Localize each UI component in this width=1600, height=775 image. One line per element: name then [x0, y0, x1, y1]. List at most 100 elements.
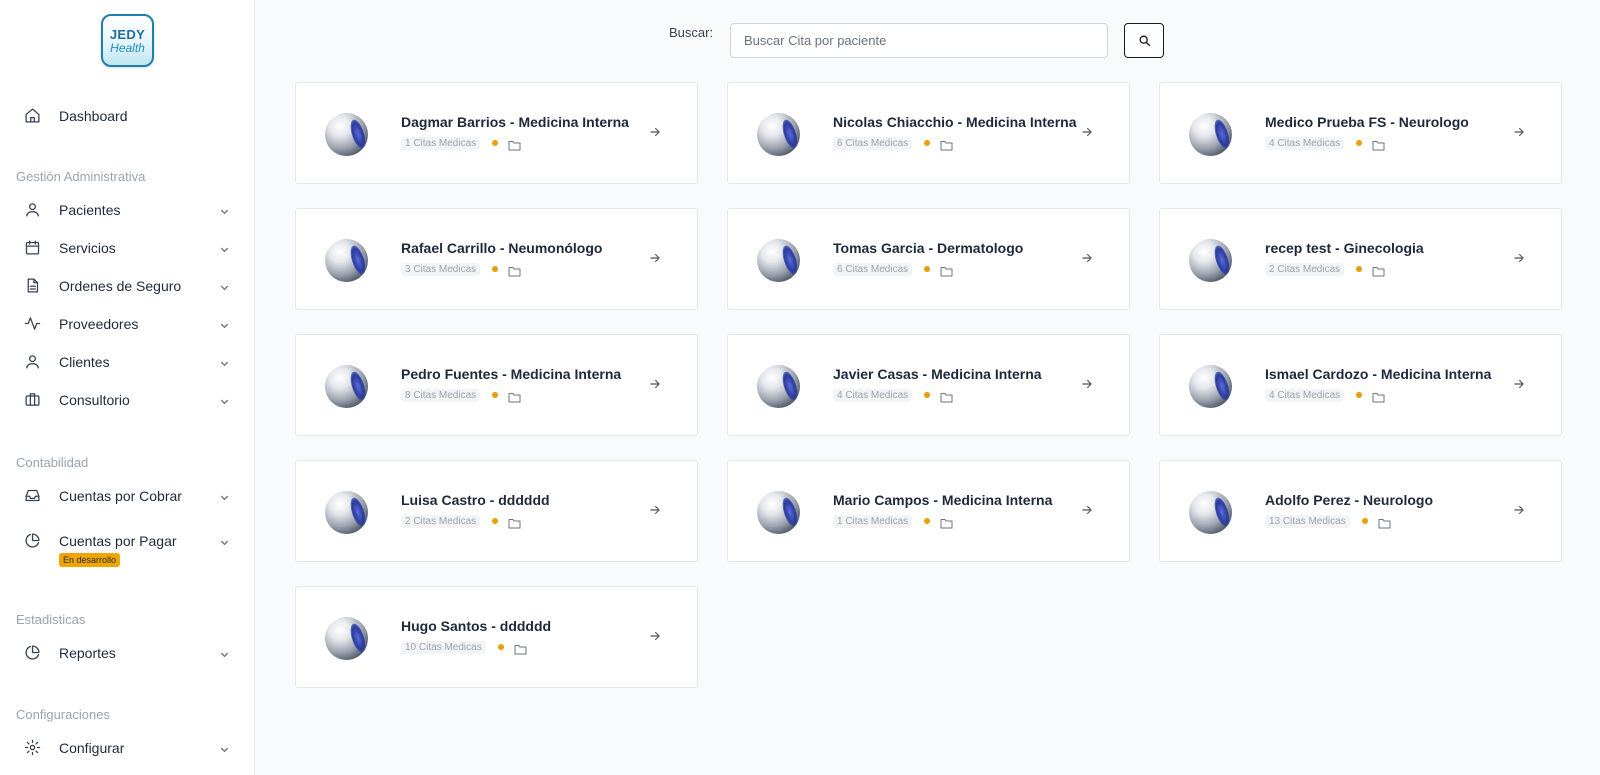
arrow-right-icon[interactable] [1512, 377, 1526, 391]
sidebar-item-cuentas-por-cobrar[interactable]: Cuentas por Cobrar [0, 481, 254, 511]
status-dot-icon [1361, 518, 1368, 524]
chevron-down-icon [219, 742, 230, 753]
doctor-card-title: recep test - Ginecologia [1265, 240, 1424, 256]
sidebar-item-reportes[interactable]: Reportes [0, 638, 254, 668]
sidebar-item-label: Clientes [59, 354, 110, 370]
status-dot-icon [924, 392, 931, 398]
doctor-card[interactable]: Mario Campos - Medicina Interna 1 Citas … [727, 460, 1130, 562]
calendar-icon [24, 239, 41, 256]
doctor-card[interactable]: Rafael Carrillo - Neumonólogo 3 Citas Me… [295, 208, 698, 310]
sidebar-item-servicios[interactable]: Servicios [0, 233, 254, 263]
doctor-card-meta: 3 Citas Medicas [401, 261, 521, 277]
doctor-card[interactable]: Javier Casas - Medicina Interna 4 Citas … [727, 334, 1130, 436]
arrow-right-icon[interactable] [648, 125, 662, 139]
search-button[interactable] [1124, 23, 1164, 58]
doctor-card-meta: 2 Citas Medicas [1265, 261, 1385, 277]
sidebar-item-pacientes[interactable]: Pacientes [0, 195, 254, 225]
sidebar-item-cuentas-por-pagar[interactable]: Cuentas por Pagar [0, 526, 254, 556]
inbox-icon [24, 487, 41, 504]
folder-icon[interactable] [940, 390, 953, 402]
avatar [325, 617, 368, 660]
doctor-card-meta: 10 Citas Medicas [401, 639, 527, 655]
arrow-right-icon[interactable] [1080, 251, 1094, 265]
appointments-count-badge: 6 Citas Medicas [833, 136, 913, 150]
folder-icon[interactable] [1372, 264, 1385, 276]
doctor-card[interactable]: Hugo Santos - dddddd 10 Citas Medicas [295, 586, 698, 688]
arrow-right-icon[interactable] [648, 377, 662, 391]
appointments-count-badge: 10 Citas Medicas [401, 640, 486, 654]
folder-icon[interactable] [940, 264, 953, 276]
folder-icon[interactable] [1378, 516, 1391, 528]
search-icon [1138, 34, 1151, 47]
folder-icon[interactable] [940, 516, 953, 528]
doctor-card[interactable]: Nicolas Chiacchio - Medicina Interna 6 C… [727, 82, 1130, 184]
doctor-card[interactable]: recep test - Ginecologia 2 Citas Medicas [1159, 208, 1562, 310]
arrow-right-icon[interactable] [648, 629, 662, 643]
arrow-right-icon[interactable] [1080, 377, 1094, 391]
doctor-card-meta: 4 Citas Medicas [833, 387, 953, 403]
pie-chart-icon [24, 532, 41, 549]
doctor-card[interactable]: Adolfo Perez - Neurologo 13 Citas Medica… [1159, 460, 1562, 562]
arrow-right-icon[interactable] [1512, 503, 1526, 517]
section-label-config: Configuraciones [16, 707, 110, 722]
avatar [325, 113, 368, 156]
arrow-right-icon[interactable] [648, 251, 662, 265]
doctor-card-title: Mario Campos - Medicina Interna [833, 492, 1053, 508]
folder-icon[interactable] [508, 138, 521, 150]
doctor-card-title: Ismael Cardozo - Medicina Interna [1265, 366, 1492, 382]
search-input[interactable] [730, 23, 1108, 58]
activity-icon [24, 315, 41, 332]
appointments-count-badge: 8 Citas Medicas [401, 388, 481, 402]
arrow-right-icon[interactable] [1080, 503, 1094, 517]
sidebar-item-clientes[interactable]: Clientes [0, 347, 254, 377]
doctor-card-meta: 1 Citas Medicas [401, 135, 521, 151]
jedy-health-logo[interactable]: JEDY Health [101, 14, 154, 67]
chevron-down-icon [219, 394, 230, 405]
arrow-right-icon[interactable] [1512, 125, 1526, 139]
chevron-down-icon [219, 280, 230, 291]
status-dot-icon [924, 266, 931, 272]
status-dot-icon [492, 518, 499, 524]
section-label-stats: Estadisticas [16, 612, 86, 627]
doctor-card[interactable]: Pedro Fuentes - Medicina Interna 8 Citas… [295, 334, 698, 436]
sidebar-item-proveedores[interactable]: Proveedores [0, 309, 254, 339]
doctor-card-title: Dagmar Barrios - Medicina Interna [401, 114, 629, 130]
status-dot-icon [1356, 392, 1363, 398]
doctor-card[interactable]: Medico Prueba FS - Neurologo 4 Citas Med… [1159, 82, 1562, 184]
status-dot-icon [1356, 266, 1363, 272]
sidebar-item-configurar[interactable]: Configurar [0, 733, 254, 763]
sidebar-item-ordenes-de-seguro[interactable]: Ordenes de Seguro [0, 271, 254, 301]
folder-icon[interactable] [508, 516, 521, 528]
folder-icon[interactable] [1372, 390, 1385, 402]
arrow-right-icon[interactable] [1080, 125, 1094, 139]
status-dot-icon [1356, 140, 1363, 146]
doctor-card[interactable]: Tomas Garcia - Dermatologo 6 Citas Medic… [727, 208, 1130, 310]
avatar [325, 239, 368, 282]
sidebar-item-dashboard[interactable]: Dashboard [0, 101, 254, 131]
doctor-card[interactable]: Ismael Cardozo - Medicina Interna 4 Cita… [1159, 334, 1562, 436]
status-dot-icon [924, 140, 931, 146]
home-icon [24, 107, 41, 124]
status-dot-icon [924, 518, 931, 524]
folder-icon[interactable] [1372, 138, 1385, 150]
appointments-count-badge: 4 Citas Medicas [833, 388, 913, 402]
folder-icon[interactable] [508, 264, 521, 276]
doctor-card[interactable]: Luisa Castro - dddddd 2 Citas Medicas [295, 460, 698, 562]
status-badge: En desarrollo [59, 553, 121, 567]
status-dot-icon [492, 266, 499, 272]
folder-icon[interactable] [940, 138, 953, 150]
avatar [757, 365, 800, 408]
pie-chart-icon [24, 644, 41, 661]
folder-icon[interactable] [514, 642, 527, 654]
sidebar-item-consultorio[interactable]: Consultorio [0, 385, 254, 415]
gear-icon [24, 739, 41, 756]
avatar [757, 239, 800, 282]
sidebar-item-label: Proveedores [59, 316, 139, 332]
folder-icon[interactable] [508, 390, 521, 402]
doctor-card-meta: 2 Citas Medicas [401, 513, 521, 529]
arrow-right-icon[interactable] [1512, 251, 1526, 265]
chevron-down-icon [219, 204, 230, 215]
appointments-count-badge: 4 Citas Medicas [1265, 388, 1345, 402]
doctor-card[interactable]: Dagmar Barrios - Medicina Interna 1 Cita… [295, 82, 698, 184]
arrow-right-icon[interactable] [648, 503, 662, 517]
